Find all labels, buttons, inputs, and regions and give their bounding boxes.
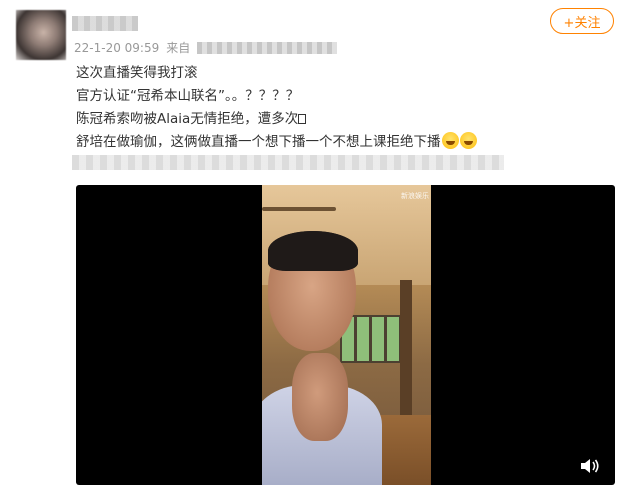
video-frame: 新浪娱乐 [262, 185, 431, 485]
follow-button[interactable]: +关注 [550, 8, 614, 34]
video-player[interactable]: 新浪娱乐 [76, 185, 615, 485]
username-redacted[interactable] [72, 16, 138, 31]
post-line-1: 这次直播笑得我打滚 [76, 65, 198, 81]
ceiling-fan [262, 207, 336, 211]
avatar[interactable] [16, 10, 66, 60]
post-line-3: 陈冠希索吻被Alaia无情拒绝，遭多次 [76, 108, 616, 131]
post-line-4: 舒培在做瑜伽，这俩做直播一个想下播一个不想上课拒绝下播 [76, 131, 616, 154]
volume-icon[interactable] [579, 457, 601, 475]
post-text: 这次直播笑得我打滚 官方认证“冠希本山联名”。。？？？？ 陈冠希索吻被Alaia… [76, 62, 616, 154]
post-meta: 22-1-20 09:59 来自 [74, 39, 338, 56]
redacted-text-strip [72, 155, 504, 170]
post-source-redacted [197, 41, 338, 54]
post-timestamp[interactable]: 22-1-20 09:59 [74, 41, 159, 55]
video-watermark: 新浪娱乐 [401, 192, 429, 200]
post-source-prefix: 来自 [166, 41, 191, 55]
follow-label: +关注 [563, 15, 601, 31]
laughing-tears-icon [459, 132, 477, 149]
post-line-2: 官方认证“冠希本山联名”。。？？？？ [76, 88, 300, 104]
laughing-tears-icon [441, 132, 459, 149]
